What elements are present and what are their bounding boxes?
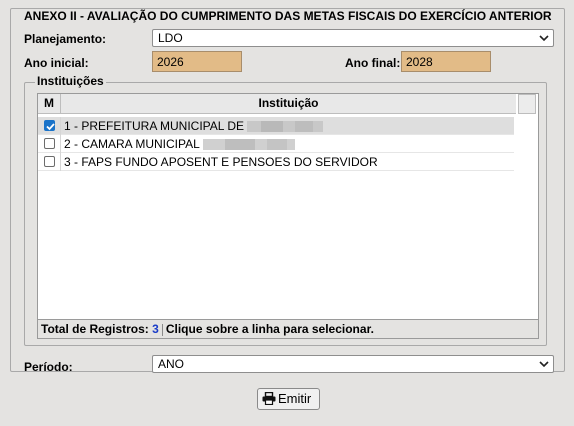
periodo-select[interactable]: ANO bbox=[152, 355, 554, 373]
chevron-down-icon bbox=[539, 35, 549, 42]
cell-divider bbox=[60, 153, 61, 171]
row-label: 1 - PREFEITURA MUNICIPAL DE bbox=[64, 119, 324, 133]
periodo-label: Período: bbox=[24, 360, 73, 374]
footer-hint: Clique sobre a linha para selecionar. bbox=[165, 322, 374, 336]
emitir-label: Emitir bbox=[278, 391, 312, 406]
total-count: 3 bbox=[152, 322, 159, 336]
ano-inicial-label: Ano inicial: bbox=[24, 56, 89, 70]
table-row[interactable]: 2 - CAMARA MUNICIPAL bbox=[38, 135, 514, 153]
printer-icon bbox=[262, 392, 276, 405]
chevron-down-icon bbox=[539, 361, 549, 368]
check-icon bbox=[46, 123, 55, 131]
ano-inicial-input[interactable]: 2026 bbox=[152, 51, 242, 72]
footer-separator bbox=[161, 323, 163, 336]
periodo-value: ANO bbox=[158, 357, 185, 371]
row-checkbox[interactable] bbox=[44, 120, 55, 131]
ano-final-input[interactable]: 2028 bbox=[401, 51, 491, 72]
row-label: 3 - FAPS FUNDO APOSENT E PENSOES DO SERV… bbox=[64, 155, 378, 169]
total-label: Total de Registros: bbox=[41, 322, 149, 336]
planejamento-select[interactable]: LDO bbox=[152, 29, 554, 47]
instituicoes-grid: M Instituição 1 - PREFEITURA MUNICIPAL D… bbox=[37, 93, 539, 339]
table-row[interactable]: 1 - PREFEITURA MUNICIPAL DE bbox=[38, 117, 514, 135]
ano-final-label: Ano final: bbox=[345, 56, 401, 70]
row-checkbox[interactable] bbox=[44, 156, 55, 167]
table-row[interactable]: 3 - FAPS FUNDO APOSENT E PENSOES DO SERV… bbox=[38, 153, 514, 171]
instituicoes-legend: Instituições bbox=[35, 74, 106, 88]
redacted-text bbox=[202, 139, 295, 151]
cell-divider bbox=[60, 117, 61, 135]
planejamento-value: LDO bbox=[158, 31, 183, 45]
col-instituicao-header[interactable]: Instituição bbox=[61, 94, 516, 113]
cell-divider bbox=[60, 135, 61, 153]
col-m-header[interactable]: M bbox=[38, 94, 61, 113]
redacted-text bbox=[247, 121, 324, 133]
emitir-button[interactable]: Emitir bbox=[257, 388, 320, 410]
planejamento-label: Planejamento: bbox=[24, 32, 107, 46]
grid-footer: Total de Registros: 3 Clique sobre a linh… bbox=[38, 319, 538, 338]
row-checkbox[interactable] bbox=[44, 138, 55, 149]
anexo-legend: ANEXO II - AVALIAÇÃO DO CUMPRIMENTO DAS … bbox=[21, 9, 555, 23]
scrollbar[interactable] bbox=[518, 94, 536, 114]
grid-header: M Instituição bbox=[38, 94, 516, 114]
row-label: 2 - CAMARA MUNICIPAL bbox=[64, 137, 295, 151]
